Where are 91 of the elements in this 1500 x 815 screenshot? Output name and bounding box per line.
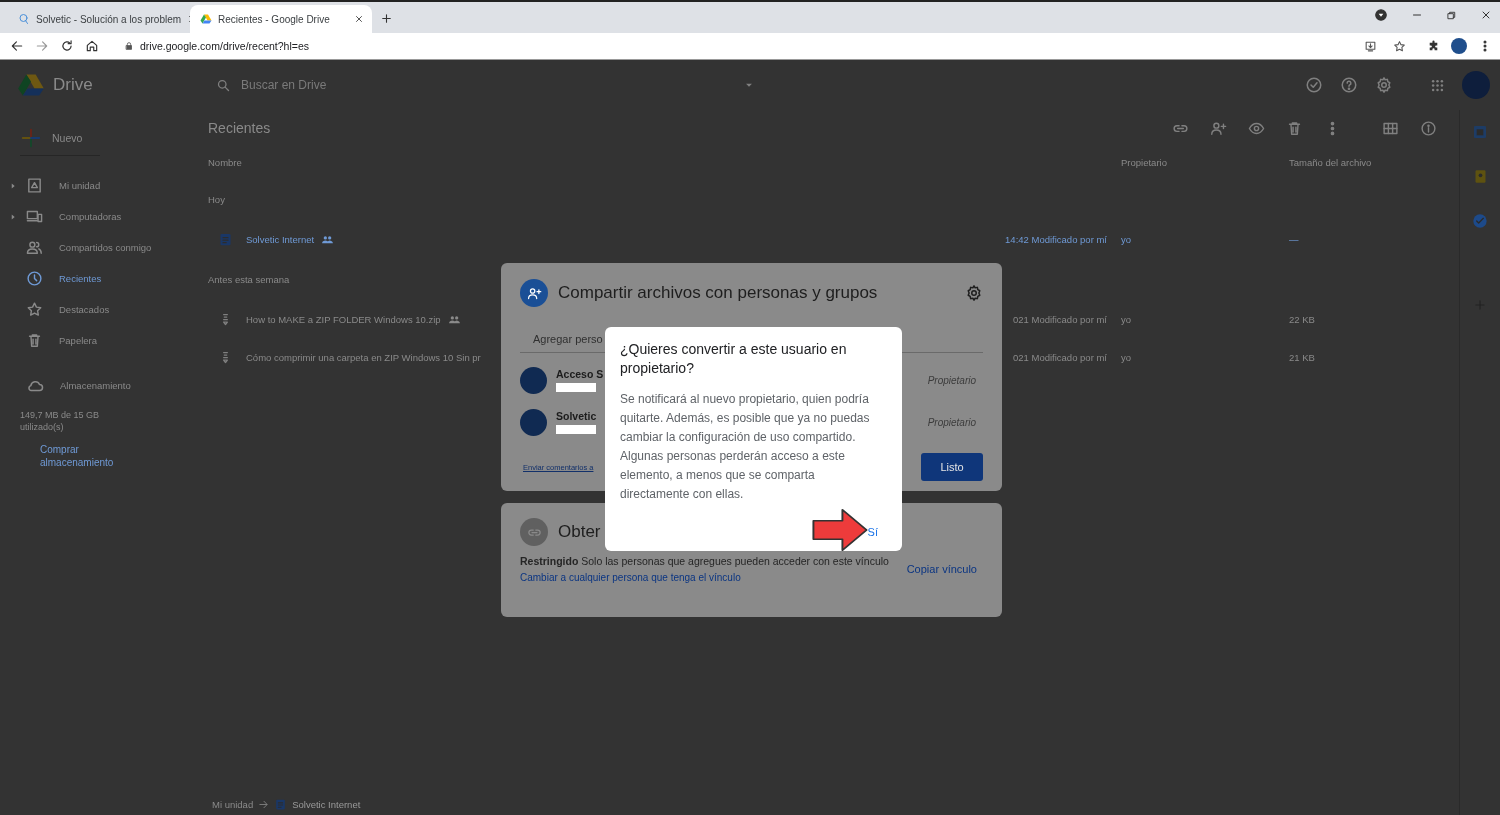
tab-title: Recientes - Google Drive [218, 13, 331, 25]
person-role: Propietario [927, 374, 976, 386]
file-name[interactable]: How to MAKE a ZIP FOLDER Windows 10.zip [246, 313, 441, 325]
new-tab-icon[interactable] [380, 12, 393, 25]
panel-title: Obter [558, 522, 601, 542]
apps-icon[interactable] [1430, 77, 1445, 93]
offline-check-icon[interactable] [1305, 76, 1323, 94]
column-header[interactable]: Nombre [208, 156, 961, 168]
tab-title: Solvetic - Solución a los problem [36, 13, 182, 25]
address-field[interactable]: drive.google.com/drive/recent?hl=es [116, 35, 1416, 57]
change-access-link[interactable]: Cambiar a cualquier persona que tenga el vínculo [520, 572, 890, 583]
owner-cell-text: yo [1121, 351, 1133, 363]
size-cell-text: — [1289, 233, 1300, 245]
file-name[interactable]: Cómo comprimir una carpeta en ZIP Windows 10 Sin pr [246, 351, 481, 363]
dialog-message: Se notificará al nuevo propietario, quien podría quitarte. Además, es posible que ya no puedas cambiar la configuración de uso compartido. Algunas personas perderán acceso a este elemento, a menos que se comparta directamente con ellas. [620, 391, 871, 503]
url-text: drive.google.com/drive/recent?hl=es [140, 40, 310, 52]
profile-avatar[interactable] [1451, 38, 1467, 54]
person-name: Acceso S [556, 368, 604, 380]
search-field[interactable]: Buscar en Drive [239, 77, 734, 93]
dialog-title: ¿Quieres convertir a este usuario en propietario? [620, 340, 848, 378]
section-title: Antes esta semana [208, 272, 290, 287]
app-name: Drive [53, 75, 93, 95]
reload-icon[interactable] [60, 39, 74, 53]
document-icon [218, 231, 233, 247]
storage-usage: 149,7 MB de 15 GB utilizado(s) [20, 409, 101, 433]
storage-item[interactable]: Almacenamiento [0, 370, 200, 401]
column-header[interactable]: Tamaño del archivo [1289, 156, 1459, 168]
modified-cell-text: 14:42 Modificado por mí [1004, 233, 1108, 245]
modified-cell-text: 021 Modificado por mí [1012, 313, 1108, 325]
access-description: Restringido Solo las personas que agregues pueden acceder con este vínculo [520, 554, 890, 569]
buy-storage-link[interactable]: Comprar almacenamiento [40, 443, 140, 469]
close-icon[interactable] [1480, 9, 1492, 21]
nav-item[interactable]: Recientes [0, 263, 200, 294]
modified-cell-text: 021 Modificado por mí [1012, 351, 1108, 363]
plus-icon [20, 126, 42, 149]
add-person-icon[interactable] [1210, 119, 1227, 137]
document-icon [274, 798, 288, 811]
person-name: Solvetic [556, 410, 597, 422]
browser-tab[interactable]: Recientes - Google Drive [190, 5, 372, 33]
close-icon[interactable] [354, 14, 364, 24]
dialog-title: Compartir archivos con personas y grupos [558, 283, 879, 303]
done-button[interactable]: Listo [921, 453, 983, 481]
avatar [520, 366, 547, 394]
add-person-icon [526, 285, 542, 301]
breadcrumb-item[interactable]: Mi unidad [212, 799, 254, 810]
nav-item[interactable]: Mi unidad [0, 170, 200, 201]
nav-item[interactable]: Computadoras [0, 201, 200, 232]
owner-cell-text: yo [1121, 313, 1133, 325]
profile-dropdown-icon[interactable] [1374, 8, 1388, 22]
redaction-bar [556, 383, 596, 392]
settings-icon[interactable] [1375, 76, 1393, 94]
size-cell-text: 22 KB [1289, 313, 1316, 325]
chevron-icon [258, 799, 270, 810]
nav-item[interactable]: Papelera [0, 325, 200, 356]
star-icon [26, 301, 43, 318]
computers-icon [26, 208, 43, 225]
drive-icon [26, 177, 43, 194]
install-icon[interactable] [1364, 39, 1377, 53]
home-icon[interactable] [85, 39, 99, 53]
pointer-arrow-drawing [811, 508, 869, 552]
star-icon[interactable] [1393, 39, 1406, 53]
page-heading: Recientes [208, 120, 271, 136]
forward-icon[interactable] [35, 39, 49, 53]
nav-item[interactable]: Destacados [0, 294, 200, 325]
restore-icon[interactable] [1446, 9, 1457, 21]
person-role: Propietario [927, 416, 976, 428]
info-icon[interactable] [1420, 119, 1437, 137]
trash-icon [26, 332, 43, 349]
extensions-icon[interactable] [1427, 39, 1440, 53]
new-button[interactable]: Nuevo [20, 120, 100, 156]
settings-icon[interactable] [965, 284, 983, 302]
copy-link-button[interactable]: Copiar vínculo [906, 562, 977, 575]
clock-icon [26, 270, 43, 287]
trash-icon[interactable] [1286, 119, 1303, 137]
drive-logo-icon [200, 13, 212, 25]
redaction-bar [556, 425, 596, 434]
people-icon [26, 239, 43, 256]
breadcrumb-item[interactable]: Solvetic Internet [292, 799, 361, 810]
file-name[interactable]: Solvetic Internet [246, 233, 315, 245]
lock-icon [124, 41, 134, 51]
search-icon[interactable] [216, 77, 231, 93]
search-icon [18, 13, 30, 25]
column-header[interactable]: Propietario [1121, 156, 1289, 168]
section-title: Hoy [208, 192, 225, 207]
help-icon[interactable] [1340, 76, 1358, 94]
size-cell-text: 21 KB [1289, 351, 1316, 363]
avatar [520, 408, 547, 436]
owner-cell-text: yo [1121, 233, 1133, 245]
confirm-button[interactable]: Sí [861, 523, 884, 541]
back-icon[interactable] [10, 39, 24, 53]
nav-item[interactable]: Compartidos conmigo [0, 232, 200, 263]
